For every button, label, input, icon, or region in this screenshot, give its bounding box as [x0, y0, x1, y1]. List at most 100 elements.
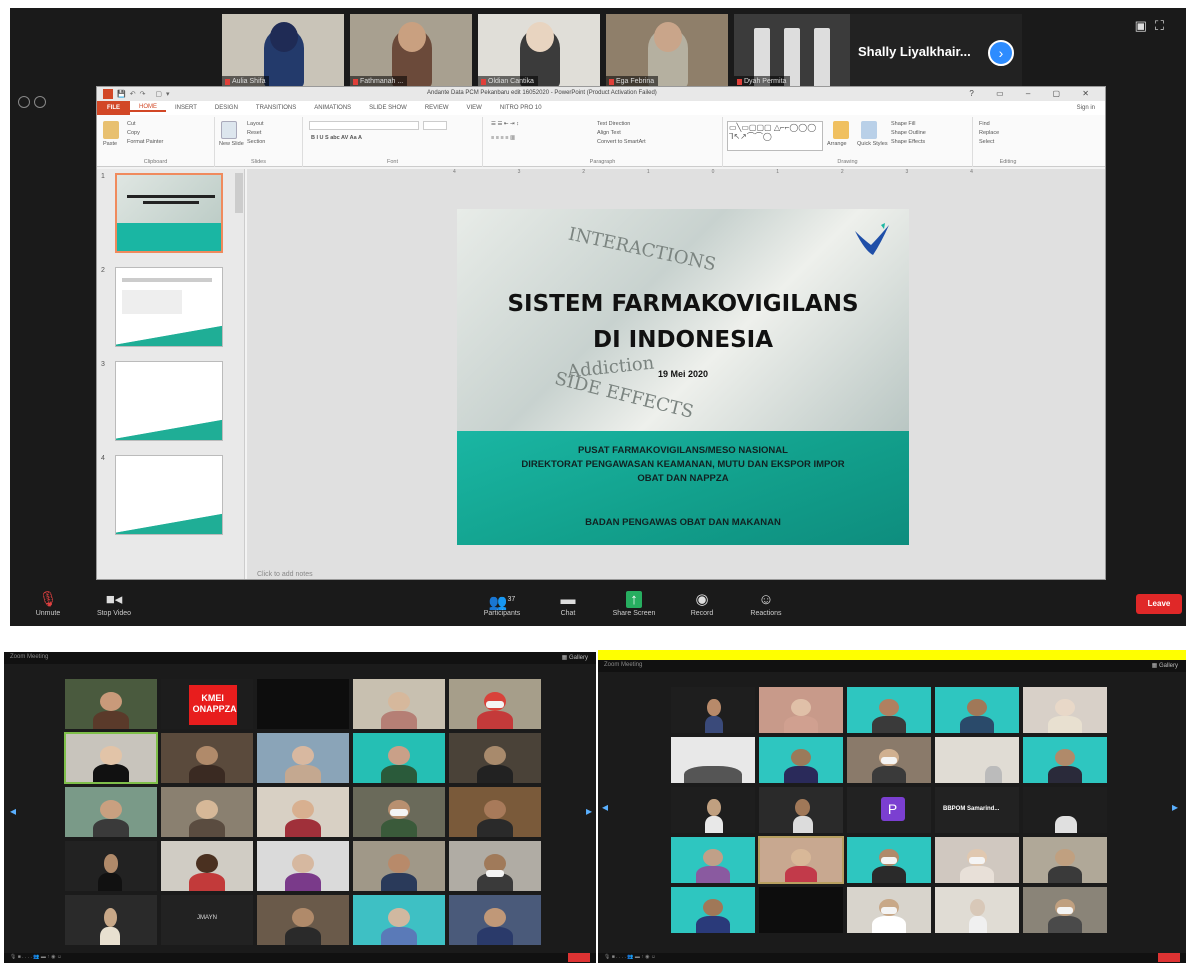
slide-thumbnail[interactable]: [115, 267, 223, 347]
participant-tile[interactable]: [934, 886, 1020, 934]
participant-tile[interactable]: JMAYN: [160, 894, 254, 946]
slide-thumbnail[interactable]: [115, 173, 223, 253]
toolbar-icons[interactable]: 🎙 ■ . . . . 👥 ▬ ↑ ◉ ☺: [10, 954, 62, 960]
shape-outline-button[interactable]: Shape Outline: [891, 130, 926, 136]
stop-video-button[interactable]: ■◂ Stop Video: [84, 590, 144, 617]
participant-tile[interactable]: [934, 736, 1020, 784]
next-page-button[interactable]: ›: [988, 40, 1014, 66]
fullscreen-icon[interactable]: ⛶: [1155, 18, 1172, 33]
participant-tile[interactable]: [1022, 886, 1108, 934]
quick-styles-icon[interactable]: [861, 121, 877, 139]
participant-tile[interactable]: [670, 686, 756, 734]
arrange-icon[interactable]: [833, 121, 849, 139]
participant-tile[interactable]: [448, 840, 542, 892]
participant-tile[interactable]: [160, 786, 254, 838]
participant-tile[interactable]: [670, 886, 756, 934]
font-format-buttons[interactable]: B I U S abc AV Aa A: [311, 135, 362, 141]
select-button[interactable]: Select: [979, 139, 994, 145]
convert-smartart-button[interactable]: Convert to SmartArt: [597, 139, 646, 145]
paste-icon[interactable]: [103, 121, 119, 139]
participant-tile[interactable]: BBPOM Samarind...: [934, 786, 1020, 834]
participant-tile[interactable]: [448, 732, 542, 784]
view-toggle[interactable]: ▦ Gallery: [1152, 662, 1178, 669]
window-controls[interactable]: [18, 96, 46, 108]
format-painter-button[interactable]: Format Painter: [127, 139, 163, 145]
participant-tile[interactable]: [256, 840, 350, 892]
slide-thumbnail[interactable]: [115, 361, 223, 441]
view-toggle[interactable]: ▦ Gallery: [562, 654, 588, 661]
participant-tile[interactable]: [846, 836, 932, 884]
participant-tile[interactable]: [448, 678, 542, 730]
participant-tile[interactable]: [1022, 836, 1108, 884]
participant-tile[interactable]: [1022, 736, 1108, 784]
prev-page-icon[interactable]: ◂: [10, 804, 16, 818]
find-button[interactable]: Find: [979, 121, 990, 127]
shapes-gallery[interactable]: ▭╲▭▢▢▢ △⌐⌐◯◯◯ ⅂↖↗⌒⌒◯: [727, 121, 823, 151]
record-button[interactable]: ◉ Record: [672, 590, 732, 617]
participant-tile[interactable]: [758, 886, 844, 934]
layout-button[interactable]: Layout: [247, 121, 264, 127]
share-screen-button[interactable]: ↑ Share Screen: [604, 590, 664, 617]
participant-tile[interactable]: [448, 894, 542, 946]
new-slide-button[interactable]: New Slide: [219, 141, 244, 147]
unmute-button[interactable]: 🎙 Unmute: [18, 590, 78, 617]
font-name-select[interactable]: [309, 121, 419, 130]
tab-home[interactable]: HOME: [130, 104, 166, 112]
tab-transitions[interactable]: TRANSITIONS: [247, 105, 305, 111]
shape-effects-button[interactable]: Shape Effects: [891, 139, 925, 145]
participant-tile[interactable]: [670, 736, 756, 784]
copy-button[interactable]: Copy: [127, 130, 140, 136]
tab-review[interactable]: REVIEW: [416, 105, 458, 111]
participant-tile[interactable]: [352, 732, 446, 784]
info-icon[interactable]: [18, 96, 30, 108]
tab-view[interactable]: VIEW: [458, 105, 491, 111]
participant-tile[interactable]: [846, 686, 932, 734]
quick-styles-button[interactable]: Quick Styles: [857, 141, 888, 147]
security-icon[interactable]: [34, 96, 46, 108]
list-buttons[interactable]: ☰ ☰ ⇤ ⇥ ↕: [491, 121, 519, 127]
speaker-thumb[interactable]: Oldian Cantika: [478, 14, 600, 88]
participant-tile[interactable]: [64, 840, 158, 892]
tab-file[interactable]: FILE: [97, 101, 130, 115]
tab-nitro[interactable]: NITRO PRO 10: [491, 105, 551, 111]
participant-tile[interactable]: [64, 678, 158, 730]
current-slide[interactable]: INTERACTIONS Addiction SIDE EFFECTS SIST…: [457, 209, 909, 545]
participant-tile[interactable]: [64, 786, 158, 838]
view-controls[interactable]: ▣⛶: [1135, 18, 1172, 34]
participant-tile[interactable]: [64, 732, 158, 784]
reactions-button[interactable]: ☺ Reactions: [736, 590, 796, 617]
participant-tile[interactable]: [1022, 786, 1108, 834]
font-size-select[interactable]: [423, 121, 447, 130]
participant-tile[interactable]: [758, 736, 844, 784]
participant-tile[interactable]: [160, 840, 254, 892]
quick-access-toolbar[interactable]: 💾↶↷ ▢▾: [117, 90, 174, 98]
participant-tile[interactable]: [846, 886, 932, 934]
align-buttons[interactable]: ≡ ≡ ≡ ≡ ▥: [491, 135, 515, 141]
chat-button[interactable]: ▬ Chat: [538, 590, 598, 617]
participant-tile[interactable]: [160, 732, 254, 784]
participant-tile[interactable]: [352, 678, 446, 730]
window-buttons[interactable]: ? ▭ – ▢ ✕: [969, 89, 1099, 98]
tab-design[interactable]: DESIGN: [206, 105, 247, 111]
participant-tile[interactable]: [256, 732, 350, 784]
next-page-icon[interactable]: ▸: [1172, 800, 1178, 814]
prev-page-icon[interactable]: ◂: [602, 800, 608, 814]
participant-tile[interactable]: [352, 894, 446, 946]
cut-button[interactable]: Cut: [127, 121, 136, 127]
participant-tile[interactable]: [64, 894, 158, 946]
leave-button-small[interactable]: [1158, 953, 1180, 962]
participant-tile[interactable]: [1022, 686, 1108, 734]
replace-button[interactable]: Replace: [979, 130, 999, 136]
leave-button-small[interactable]: [568, 953, 590, 962]
participant-tile[interactable]: [934, 836, 1020, 884]
participant-tile[interactable]: [758, 686, 844, 734]
participant-tile[interactable]: [256, 894, 350, 946]
arrange-button[interactable]: Arrange: [827, 141, 847, 147]
participant-tile[interactable]: [670, 786, 756, 834]
participant-tile[interactable]: [352, 786, 446, 838]
participant-tile[interactable]: KMEI ONAPPZA: [160, 678, 254, 730]
sign-in-link[interactable]: Sign in: [1077, 105, 1095, 111]
participant-tile[interactable]: [758, 786, 844, 834]
participant-tile[interactable]: [934, 686, 1020, 734]
next-page-icon[interactable]: ▸: [586, 804, 592, 818]
